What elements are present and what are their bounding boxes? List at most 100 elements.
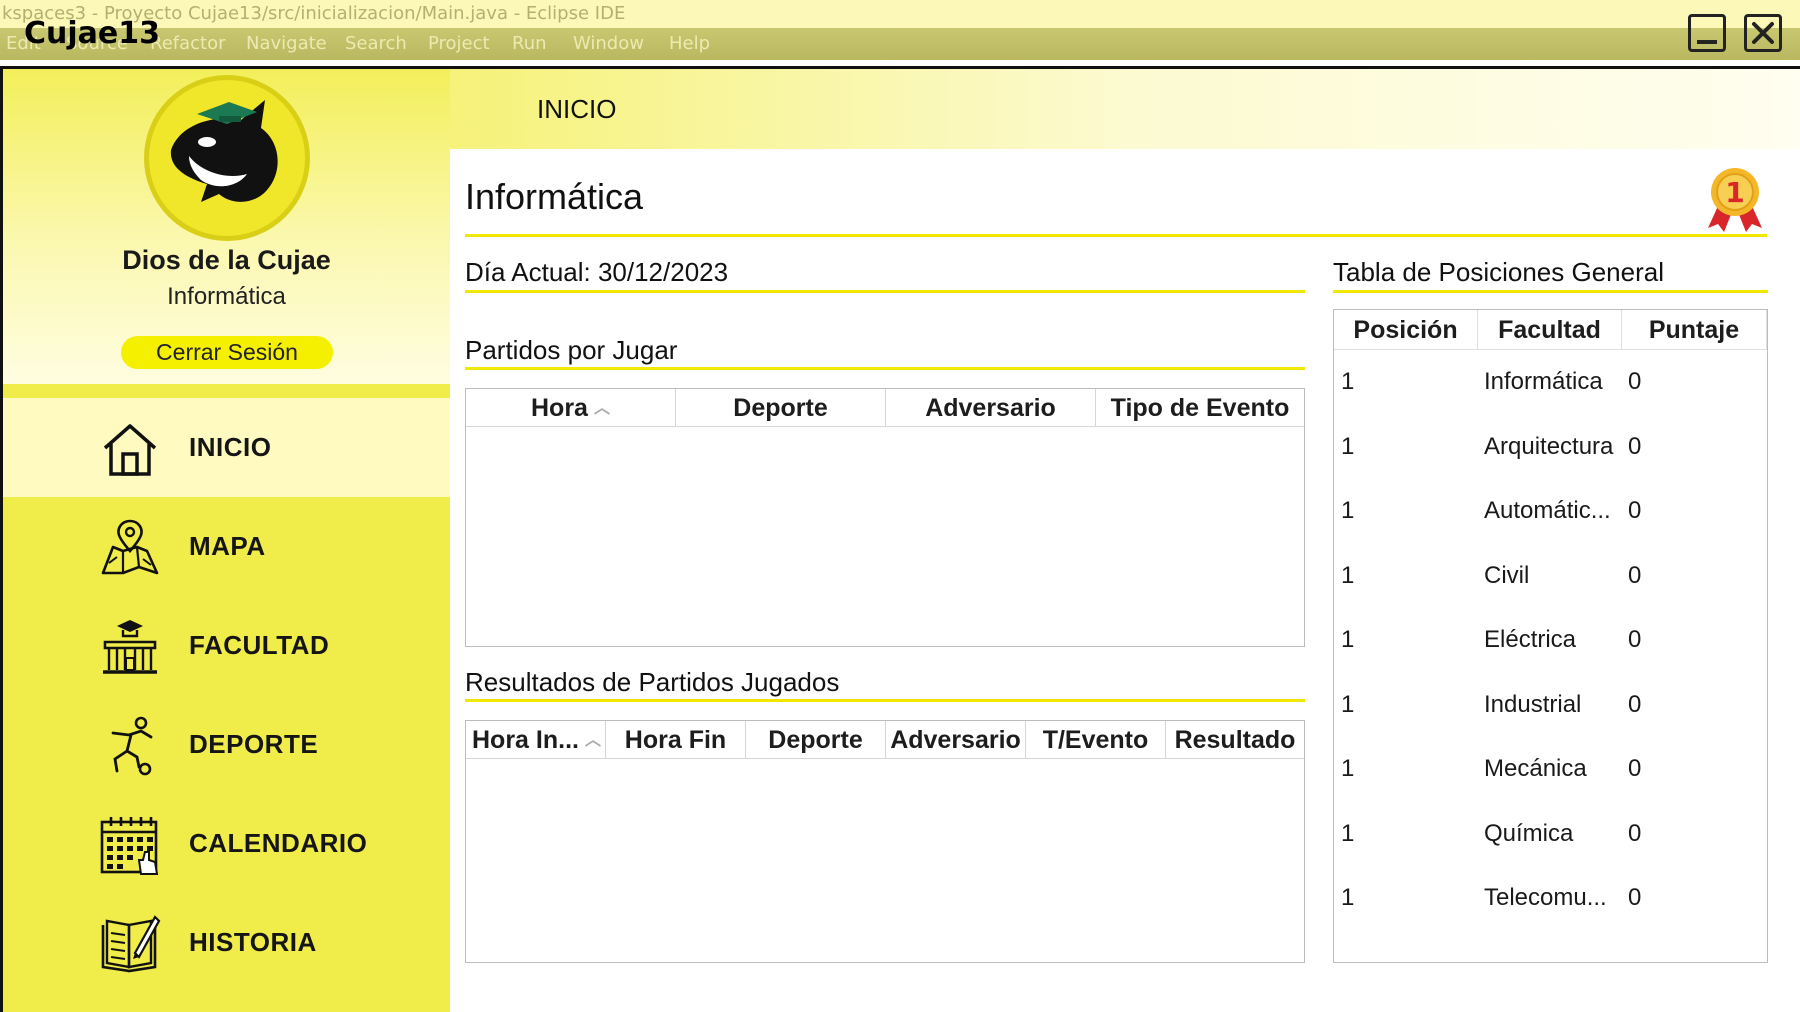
sidebar: Dios de la Cujae Informática Cerrar Sesi… (3, 69, 450, 1012)
table-row[interactable]: 1 Mecánica 0 (1334, 737, 1767, 802)
close-button[interactable] (1744, 14, 1782, 52)
column-header-tipo-evento[interactable]: Tipo de Evento (1096, 389, 1304, 427)
results-table[interactable]: Hora In... ︿ Hora Fin Deporte Adversario … (465, 720, 1305, 963)
map-icon (101, 519, 159, 575)
eclipse-menu-bar: Edit Source Refactor Navigate Search Pro… (0, 28, 1800, 60)
nav-item-mapa[interactable]: MAPA (3, 497, 450, 596)
sort-asc-icon: ︿ (584, 732, 601, 750)
cell-faculty: Industrial (1484, 690, 1582, 718)
cell-position: 1 (1341, 626, 1355, 653)
column-header-hora-inicio[interactable]: Hora In... ︿ (466, 721, 606, 759)
faculty-title: Informática (465, 176, 644, 217)
cell-position: 1 (1341, 755, 1355, 782)
table-header: Hora In... ︿ Hora Fin Deporte Adversario … (466, 721, 1304, 759)
soccer-player-icon (111, 716, 153, 776)
logout-button[interactable]: Cerrar Sesión (121, 336, 333, 369)
divider (465, 234, 1767, 237)
table-row[interactable]: 1 Automátic... 0 (1334, 479, 1767, 544)
header-bar: INICIO (450, 69, 1800, 149)
table-row[interactable]: 1 Química 0 (1334, 802, 1767, 867)
cell-faculty: Mecánica (1484, 755, 1587, 782)
table-row[interactable]: 1 Industrial 0 (1334, 673, 1767, 738)
cell-points: 0 (1628, 561, 1642, 589)
cell-points: 0 (1628, 690, 1642, 718)
sort-asc-icon: ︿ (593, 400, 610, 418)
column-header-adversario[interactable]: Adversario (886, 389, 1096, 427)
column-header-puntaje[interactable]: Puntaje (1622, 310, 1767, 350)
user-name: Dios de la Cujae (122, 245, 331, 275)
divider (1333, 290, 1768, 293)
cell-points: 0 (1628, 819, 1642, 847)
medal-number: 1 (1725, 176, 1744, 209)
eclipse-menu-item[interactable]: Run (512, 28, 547, 60)
column-header-posicion[interactable]: Posición (1334, 310, 1478, 350)
table-header: Hora ︿ Deporte Adversario Tipo de Evento (466, 389, 1304, 427)
cell-position: 1 (1341, 561, 1355, 589)
divider (3, 384, 450, 398)
home-icon (103, 424, 157, 476)
cell-position: 1 (1341, 690, 1355, 718)
nav-label: MAPA (189, 531, 266, 561)
column-header-adversario[interactable]: Adversario (886, 721, 1026, 759)
eclipse-menu-item[interactable]: Help (669, 28, 710, 60)
eclipse-menu-item[interactable]: Project (428, 28, 490, 60)
column-header-deporte[interactable]: Deporte (746, 721, 886, 759)
table-row[interactable]: 1 Telecomu... 0 (1334, 866, 1767, 931)
nav-label: FACULTAD (189, 630, 330, 660)
divider (465, 699, 1305, 702)
nav-label: INICIO (189, 432, 272, 462)
eclipse-menu-item[interactable]: Navigate (246, 28, 327, 60)
column-header-tipo-evento[interactable]: T/Evento (1026, 721, 1166, 759)
current-day-label: Día Actual: 30/12/2023 (465, 257, 729, 287)
eclipse-window-title: kspaces3 - Proyecto Cujae13/src/iniciali… (0, 0, 1800, 28)
cell-position: 1 (1341, 368, 1355, 395)
medal-icon: 1 (1708, 168, 1762, 232)
eclipse-menu-item[interactable]: Search (345, 28, 407, 60)
profile-panel: Dios de la Cujae Informática Cerrar Sesi… (3, 69, 450, 384)
nav-label: CALENDARIO (189, 828, 368, 858)
cell-faculty: Informática (1484, 368, 1603, 395)
cell-faculty: Eléctrica (1484, 626, 1577, 653)
nav-item-historia[interactable]: HISTORIA (3, 893, 450, 992)
divider (465, 367, 1305, 370)
building-icon (103, 620, 157, 674)
book-icon (101, 915, 161, 973)
orca-logo-icon (170, 100, 278, 202)
table-row[interactable]: 1 Informática 0 (1334, 350, 1767, 415)
nav-item-facultad[interactable]: FACULTAD (3, 596, 450, 695)
user-faculty: Informática (167, 283, 286, 310)
column-header-facultad[interactable]: Facultad (1478, 310, 1622, 350)
eclipse-menu-item[interactable]: Window (573, 28, 644, 60)
nav-item-inicio[interactable]: INICIO (3, 398, 450, 497)
column-header-resultado[interactable]: Resultado (1166, 721, 1304, 759)
nav-item-calendario[interactable]: CALENDARIO (3, 794, 450, 893)
results-title: Resultados de Partidos Jugados (465, 667, 840, 697)
cell-faculty: Civil (1484, 561, 1530, 589)
cell-position: 1 (1341, 819, 1355, 847)
upcoming-table[interactable]: Hora ︿ Deporte Adversario Tipo de Evento (465, 388, 1305, 647)
nav-item-deporte[interactable]: DEPORTE (3, 695, 450, 794)
cell-position: 1 (1341, 884, 1355, 911)
eclipse-menu-item[interactable]: Refactor (150, 28, 226, 60)
standings-title: Tabla de Posiciones General (1333, 257, 1664, 287)
cell-faculty: Química (1484, 819, 1574, 847)
close-icon (1752, 22, 1774, 44)
cell-points: 0 (1628, 368, 1642, 395)
app-title: Cujae13 (24, 16, 160, 51)
minimize-button[interactable] (1688, 14, 1726, 52)
column-header-hora-fin[interactable]: Hora Fin (606, 721, 746, 759)
column-header-hora[interactable]: Hora ︿ (466, 389, 676, 427)
column-header-deporte[interactable]: Deporte (676, 389, 886, 427)
table-row[interactable]: 1 Civil 0 (1334, 544, 1767, 609)
table-row[interactable]: 1 Eléctrica 0 (1334, 608, 1767, 673)
cell-position: 1 (1341, 432, 1355, 460)
nav-label: DEPORTE (189, 729, 319, 759)
cell-points: 0 (1628, 626, 1642, 653)
standings-table[interactable]: Posición Facultad Puntaje 1 Informática 0 … (1333, 309, 1768, 963)
avatar (144, 75, 310, 241)
page-title: INICIO (537, 94, 617, 124)
cell-faculty: Telecomu... (1484, 884, 1607, 911)
cell-points: 0 (1628, 432, 1642, 460)
nav-label: HISTORIA (189, 927, 317, 957)
table-row[interactable]: 1 Arquitectura 0 (1334, 415, 1767, 480)
